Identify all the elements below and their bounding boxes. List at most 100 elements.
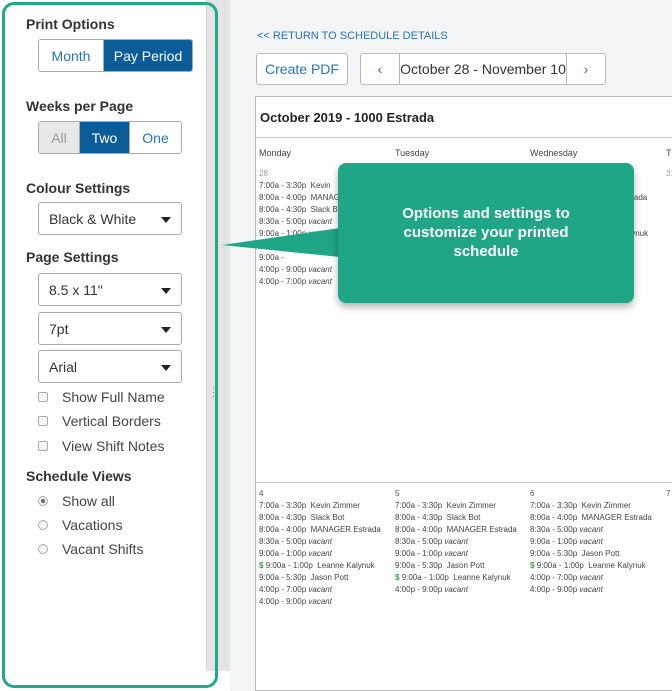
shift-entry: 8:30a - 5:00p vacant xyxy=(530,525,603,534)
vacations-radio[interactable]: Vacations xyxy=(38,517,122,533)
next-period-button[interactable]: › xyxy=(567,54,605,84)
font-size-value: 7pt xyxy=(49,320,69,337)
checkbox-icon xyxy=(38,416,48,426)
day-header-thursday: Th xyxy=(666,148,672,158)
date-range-navigator: ‹ October 28 - November 10 › xyxy=(360,53,606,85)
shift-entry: $ 9:00a - 1:00p Leanne Kalynuk xyxy=(395,573,511,582)
week2-wednesday-cell: 6 7:00a - 3:30p Kevin Zimmer 8:00a - 4:0… xyxy=(530,488,652,596)
pay-period-button[interactable]: Pay Period xyxy=(103,40,192,71)
shift-entry: 7:00a - 3:30p Kevin Zimmer xyxy=(395,501,496,510)
sheet-title: October 2019 - 1000 Estrada xyxy=(260,110,435,125)
day-number: 4 xyxy=(259,489,264,498)
shift-entry: 4:00p - 7:00p vacant xyxy=(259,277,332,286)
page-settings-heading: Page Settings xyxy=(26,249,119,265)
shift-entry: 8:30a - 5:00p vacant xyxy=(259,217,332,226)
shift-entry: 8:00a - 4:30p Slack Bot xyxy=(259,513,345,522)
view-shift-notes-checkbox[interactable]: View Shift Notes xyxy=(38,438,164,454)
shift-entry: 9:00a - 5:30p Jason Pott xyxy=(259,573,349,582)
print-preview-area: << RETURN TO SCHEDULE DETAILS Create PDF… xyxy=(230,0,672,691)
show-full-name-label: Show Full Name xyxy=(62,389,165,405)
divider xyxy=(256,482,672,483)
vertical-borders-label: Vertical Borders xyxy=(62,413,161,429)
checkbox-icon xyxy=(38,441,48,451)
shift-entry: 4:00p - 9:00p vacant xyxy=(530,585,603,594)
radio-icon xyxy=(38,520,48,530)
day-number: 31 xyxy=(666,169,672,178)
day-number: 28 xyxy=(259,169,268,178)
shift-entry: 8:00a - 4:00p MANAG xyxy=(259,193,340,202)
font-size-select[interactable]: 7pt xyxy=(38,312,182,345)
radio-icon xyxy=(38,544,48,554)
day-number: 6 xyxy=(530,489,535,498)
checkbox-icon xyxy=(38,392,48,402)
print-options-toggle: Month Pay Period xyxy=(38,39,193,72)
week2-tuesday-cell: 5 7:00a - 3:30p Kevin Zimmer 8:00a - 4:3… xyxy=(395,488,517,596)
day-number: 7 xyxy=(666,489,671,498)
radio-icon xyxy=(38,496,48,506)
weeks-per-page-toggle: All Two One xyxy=(38,121,182,154)
shift-entry: 7:00a - 3:30p Kevin Zimmer xyxy=(530,501,631,510)
vertical-borders-checkbox[interactable]: Vertical Borders xyxy=(38,413,161,429)
shift-entry: 8:00a - 4:30p Slack B xyxy=(259,205,338,214)
shift-entry: 9:00a - 5:30p Jason Pott xyxy=(395,561,485,570)
caret-down-icon xyxy=(161,288,171,294)
shift-entry: 7:00a - 3:30p Kevin Zimmer xyxy=(259,501,360,510)
show-all-label: Show all xyxy=(62,493,115,509)
show-all-radio[interactable]: Show all xyxy=(38,493,115,509)
font-value: Arial xyxy=(49,358,78,375)
shift-entry: 9:00a - 1:00p vacant xyxy=(395,549,468,558)
month-button[interactable]: Month xyxy=(39,40,103,71)
colour-select[interactable]: Black & White xyxy=(38,202,182,235)
print-options-heading: Print Options xyxy=(26,16,115,32)
weeks-all-button[interactable]: All xyxy=(39,122,79,153)
dollar-icon: $ xyxy=(259,561,264,570)
create-pdf-button[interactable]: Create PDF xyxy=(256,53,348,85)
week2-monday-cell: 4 7:00a - 3:30p Kevin Zimmer 8:00a - 4:3… xyxy=(259,488,381,608)
print-settings-sidebar: Print Options Month Pay Period Weeks per… xyxy=(0,0,206,691)
shift-entry: 9:00a - 5:30p Jason Pott xyxy=(530,549,620,558)
shift-entry: 8:00a - 4:00p MANAGER Estrada xyxy=(395,525,517,534)
caret-down-icon xyxy=(161,365,171,371)
font-select[interactable]: Arial xyxy=(38,350,182,383)
caret-down-icon xyxy=(161,217,171,223)
shift-entry: 9:00a - 1:00p vacant xyxy=(530,537,603,546)
vacations-label: Vacations xyxy=(62,517,123,533)
vacant-shifts-radio[interactable]: Vacant Shifts xyxy=(38,541,143,557)
sidebar-scrollbar[interactable] xyxy=(206,0,230,671)
prev-period-button[interactable]: ‹ xyxy=(361,54,399,84)
dollar-icon: $ xyxy=(395,573,400,582)
day-number: 5 xyxy=(395,489,400,498)
callout-text: Options and settings to customize your p… xyxy=(402,205,570,260)
colour-settings-heading: Colour Settings xyxy=(26,180,131,196)
shift-entry: 4:00p - 9:00p vacant xyxy=(395,585,468,594)
shift-entry: $ 9:00a - 1:00p Leanne Kalynuk xyxy=(259,561,375,570)
caret-down-icon xyxy=(161,327,171,333)
vacant-shifts-label: Vacant Shifts xyxy=(62,541,144,557)
show-full-name-checkbox[interactable]: Show Full Name xyxy=(38,389,165,405)
colour-select-value: Black & White xyxy=(49,210,137,227)
day-header-wednesday: Wednesday xyxy=(530,148,578,158)
weeks-two-button[interactable]: Two xyxy=(79,122,129,153)
divider xyxy=(256,137,672,138)
shift-entry: 8:00a - 4:00p MANAGER Estrada xyxy=(530,513,652,522)
shift-entry: 4:00p - 7:00p vacant xyxy=(259,585,332,594)
week1-thursday-cell: 31 xyxy=(666,168,672,180)
return-to-schedule-link[interactable]: << RETURN TO SCHEDULE DETAILS xyxy=(257,30,448,42)
shift-entry: 4:00p - 9:00p vacant xyxy=(259,597,332,606)
shift-entry: 9:00a - 1:00p vacant xyxy=(259,549,332,558)
shift-entry: 8:00a - 4:30p Slack Bot xyxy=(395,513,481,522)
view-shift-notes-label: View Shift Notes xyxy=(62,438,165,454)
dollar-icon: $ xyxy=(530,561,535,570)
help-callout: Options and settings to customize your p… xyxy=(338,163,634,303)
paper-size-select[interactable]: 8.5 x 11" xyxy=(38,273,182,306)
shift-entry: 8:30a - 5:00p vacant xyxy=(259,537,332,546)
shift-entry: 7:00a - 3:30p Kevin xyxy=(259,181,331,190)
drag-handle-icon[interactable]: · · · xyxy=(212,384,215,401)
shift-entry: 4:00p - 9:00p vacant xyxy=(259,265,332,274)
weeks-one-button[interactable]: One xyxy=(129,122,181,153)
callout-pointer xyxy=(222,228,340,257)
shift-entry: $ 9:00a - 1:00p Leanne Kalynuk xyxy=(530,561,646,570)
week2-thursday-cell: 7 xyxy=(666,488,670,500)
paper-size-value: 8.5 x 11" xyxy=(49,281,103,298)
weeks-per-page-heading: Weeks per Page xyxy=(26,98,134,114)
